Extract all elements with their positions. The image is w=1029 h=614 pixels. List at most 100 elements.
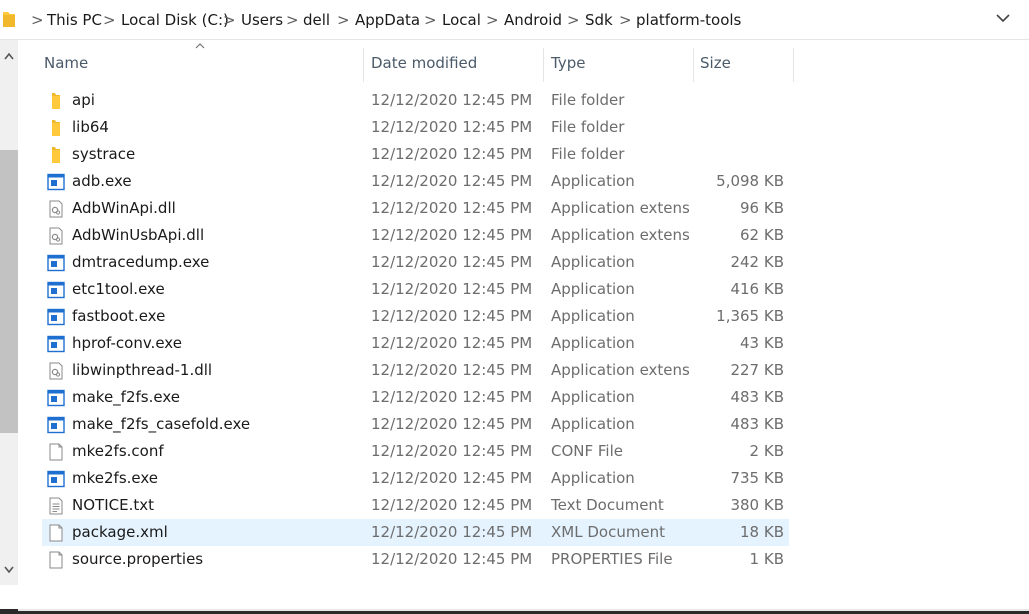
breadcrumb-item[interactable]: Sdk — [585, 11, 613, 29]
file-date-modified: 12/12/2020 12:45 PM — [371, 496, 533, 514]
breadcrumb-separator[interactable]: > — [286, 11, 299, 29]
file-name: make_f2fs_casefold.exe — [72, 415, 251, 433]
file-date-modified: 12/12/2020 12:45 PM — [371, 307, 533, 325]
file-type: Text Document — [551, 496, 664, 514]
file-size: 483 KB — [730, 415, 784, 433]
application-icon — [47, 335, 65, 353]
vertical-scrollbar[interactable] — [0, 40, 18, 585]
file-row[interactable]: source.properties 12/12/2020 12:45 PM PROP… — [18, 546, 1029, 573]
file-row[interactable]: AdbWinApi.dll 12/12/2020 12:45 PM Applicat… — [18, 195, 1029, 222]
application-icon — [47, 389, 65, 407]
file-row[interactable]: libwinpthread-1.dll 12/12/2020 12:45 PM Ap… — [18, 357, 1029, 384]
file-size: 483 KB — [730, 388, 784, 406]
scroll-down-icon[interactable] — [4, 566, 14, 574]
breadcrumb-item[interactable]: dell — [303, 11, 330, 29]
column-type[interactable]: Type — [551, 54, 585, 72]
file-date-modified: 12/12/2020 12:45 PM — [371, 550, 533, 568]
file-row[interactable]: NOTICE.txt 12/12/2020 12:45 PM Text Docume… — [18, 492, 1029, 519]
file-type: CONF File — [551, 442, 623, 460]
file-name: lib64 — [72, 118, 109, 136]
file-type: Application — [551, 280, 635, 298]
application-icon — [47, 281, 65, 299]
column-divider[interactable] — [363, 48, 364, 82]
file-size: 2 KB — [749, 442, 784, 460]
folder-icon — [3, 12, 15, 27]
folder-icon — [47, 92, 65, 110]
file-type: File folder — [551, 118, 625, 136]
file-row[interactable]: make_f2fs_casefold.exe 12/12/2020 12:45 P… — [18, 411, 1029, 438]
file-size: 62 KB — [740, 226, 784, 244]
file-name: AdbWinUsbApi.dll — [72, 226, 205, 244]
file-row[interactable]: fastboot.exe 12/12/2020 12:45 PM Applicati… — [18, 303, 1029, 330]
breadcrumb-separator[interactable]: > — [223, 11, 236, 29]
breadcrumb-item[interactable]: Android — [504, 11, 562, 29]
blank-file-icon — [47, 443, 65, 461]
breadcrumb-separator[interactable]: > — [103, 11, 116, 29]
scrollbar-thumb[interactable] — [0, 150, 18, 433]
breadcrumb-separator[interactable]: > — [424, 11, 437, 29]
file-name: fastboot.exe — [72, 307, 166, 325]
column-header: Name Date modified Type Size — [18, 40, 1029, 83]
file-name: mke2fs.conf — [72, 442, 164, 460]
column-divider[interactable] — [693, 48, 694, 82]
file-row[interactable]: adb.exe 12/12/2020 12:45 PM Application 5,0… — [18, 168, 1029, 195]
file-row[interactable]: package.xml 12/12/2020 12:45 PM XML Docume… — [18, 519, 1029, 546]
column-divider[interactable] — [543, 48, 544, 82]
breadcrumb-separator[interactable]: > — [337, 11, 350, 29]
breadcrumb-separator[interactable]: > — [619, 11, 632, 29]
file-row[interactable]: lib64 12/12/2020 12:45 PM File folder — [18, 114, 1029, 141]
file-row[interactable]: mke2fs.conf 12/12/2020 12:45 PM CONF File 2… — [18, 438, 1029, 465]
application-icon — [47, 173, 65, 191]
file-name: package.xml — [72, 523, 168, 541]
chevron-down-icon[interactable] — [996, 13, 1010, 23]
file-type: PROPERTIES File — [551, 550, 673, 568]
file-type: File folder — [551, 145, 625, 163]
file-date-modified: 12/12/2020 12:45 PM — [371, 469, 533, 487]
sort-ascending-icon — [195, 43, 205, 49]
dll-icon — [47, 362, 65, 380]
file-row[interactable]: mke2fs.exe 12/12/2020 12:45 PM Application… — [18, 465, 1029, 492]
application-icon — [47, 308, 65, 326]
breadcrumb-item[interactable]: AppData — [355, 11, 420, 29]
column-name[interactable]: Name — [44, 54, 88, 72]
file-row[interactable]: dmtracedump.exe 12/12/2020 12:45 PM Applic… — [18, 249, 1029, 276]
breadcrumb-item[interactable]: Local — [442, 11, 481, 29]
file-type: Application — [551, 469, 635, 487]
taskbar-edge — [0, 609, 1029, 614]
breadcrumb-item[interactable]: This PC — [47, 11, 102, 29]
file-name: etc1tool.exe — [72, 280, 165, 298]
file-size: 1,365 KB — [716, 307, 784, 325]
file-date-modified: 12/12/2020 12:45 PM — [371, 388, 533, 406]
file-size: 96 KB — [740, 199, 784, 217]
file-size: 5,098 KB — [716, 172, 784, 190]
file-type: XML Document — [551, 523, 666, 541]
breadcrumb-separator[interactable]: > — [31, 11, 44, 29]
file-row[interactable]: make_f2fs.exe 12/12/2020 12:45 PM Applicat… — [18, 384, 1029, 411]
file-type: Application — [551, 334, 635, 352]
address-bar[interactable]: > This PC > Local Disk (C:) > Users > dell > AppD… — [0, 0, 1029, 40]
file-type: Application — [551, 253, 635, 271]
breadcrumb-item[interactable]: Users — [241, 11, 283, 29]
file-row[interactable]: AdbWinUsbApi.dll 12/12/2020 12:45 PM Appli… — [18, 222, 1029, 249]
file-date-modified: 12/12/2020 12:45 PM — [371, 91, 533, 109]
file-size: 18 KB — [740, 523, 784, 541]
file-row[interactable]: systrace 12/12/2020 12:45 PM File folder — [18, 141, 1029, 168]
file-row[interactable]: etc1tool.exe 12/12/2020 12:45 PM Applicati… — [18, 276, 1029, 303]
column-divider[interactable] — [793, 48, 794, 82]
application-icon — [47, 254, 65, 272]
column-date-modified[interactable]: Date modified — [371, 54, 477, 72]
scroll-up-icon[interactable] — [4, 52, 14, 60]
file-date-modified: 12/12/2020 12:45 PM — [371, 199, 533, 217]
breadcrumb-separator[interactable]: > — [567, 11, 580, 29]
breadcrumb-separator[interactable]: > — [486, 11, 499, 29]
file-date-modified: 12/12/2020 12:45 PM — [371, 523, 533, 541]
file-name: NOTICE.txt — [72, 496, 154, 514]
file-row[interactable]: api 12/12/2020 12:45 PM File folder — [18, 87, 1029, 114]
file-name: mke2fs.exe — [72, 469, 159, 487]
file-row[interactable]: hprof-conv.exe 12/12/2020 12:45 PM Applica… — [18, 330, 1029, 357]
folder-icon — [47, 119, 65, 137]
breadcrumb-item[interactable]: Local Disk (C:) — [121, 11, 229, 29]
column-size[interactable]: Size — [700, 54, 731, 72]
text-file-icon — [47, 497, 65, 515]
breadcrumb-item[interactable]: platform-tools — [636, 11, 741, 29]
